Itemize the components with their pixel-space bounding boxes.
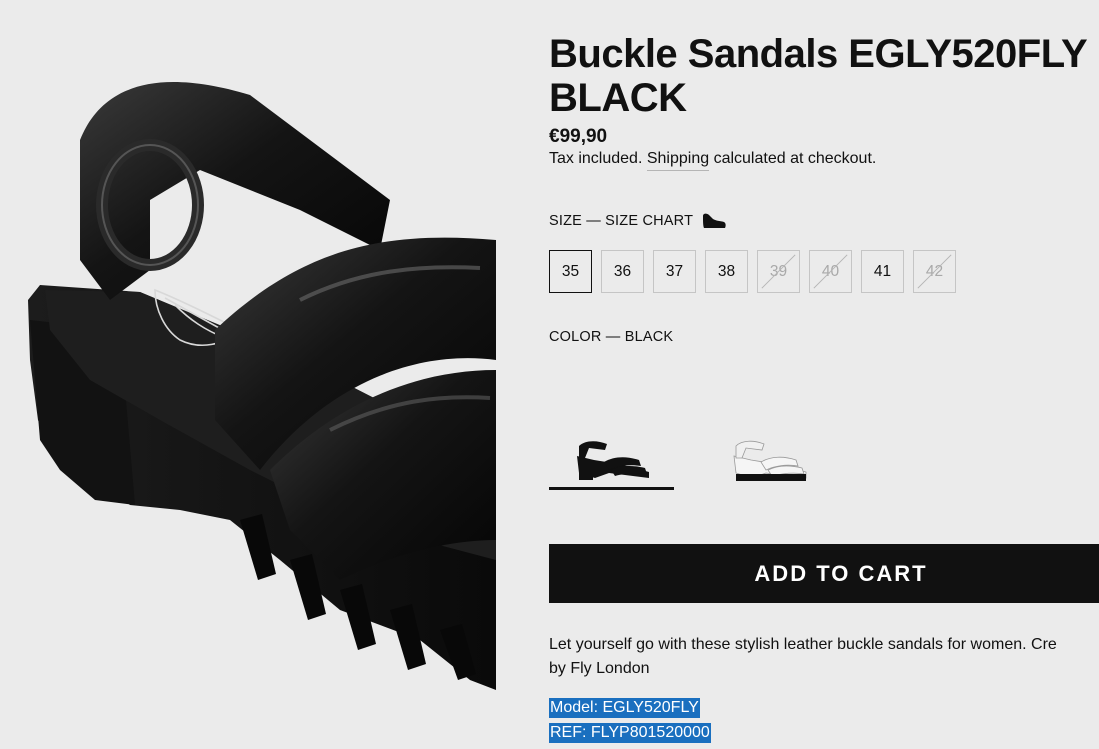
color-label: COLOR — BLACK [549, 329, 674, 345]
size-option-40[interactable]: 40 [809, 250, 852, 293]
add-to-cart-label: ADD TO CART [754, 560, 928, 586]
size-option-42[interactable]: 42 [913, 250, 956, 293]
product-details: Buckle Sandals EGLY520FLY BLACK €99,90 T… [549, 0, 1099, 749]
size-option-label: 38 [717, 262, 736, 280]
swatch-white[interactable] [706, 428, 831, 490]
swatch-black[interactable] [549, 428, 674, 490]
size-option-label: 42 [925, 262, 944, 280]
sandal-photo [28, 82, 496, 690]
size-option-label: 41 [873, 262, 892, 280]
size-option-39[interactable]: 39 [757, 250, 800, 293]
tax-suffix-text: calculated at checkout. [713, 150, 877, 167]
product-price: €99,90 [549, 126, 608, 147]
size-option-37[interactable]: 37 [653, 250, 696, 293]
size-label: SIZE — SIZE CHART [549, 212, 727, 230]
description-line-2: by Fly London [549, 660, 650, 677]
tax-note: Tax included. Shipping calculated at che… [549, 150, 877, 171]
add-to-cart-button[interactable]: ADD TO CART [549, 544, 1099, 603]
model-number: Model: EGLY520FLY [549, 698, 700, 718]
product-meta: Model: EGLY520FLY REF: FLYP801520000 [549, 695, 711, 745]
reference-number: REF: FLYP801520000 [549, 723, 711, 743]
size-option-38[interactable]: 38 [705, 250, 748, 293]
size-option-label: 39 [769, 262, 788, 280]
black-sandal-thumbnail [577, 441, 649, 480]
size-options: 35 36 37 38 39 40 41 42 [549, 250, 956, 293]
description-line-1: Let yourself go with these stylish leath… [549, 636, 1057, 653]
size-option-label: 36 [613, 262, 632, 280]
tax-included-text: Tax included. [549, 150, 643, 167]
size-option-label: 35 [561, 262, 580, 280]
shoe-icon[interactable] [701, 212, 727, 230]
size-option-35[interactable]: 35 [549, 250, 592, 293]
white-sandal-thumbnail [733, 440, 807, 481]
color-swatches [549, 428, 831, 490]
size-option-36[interactable]: 36 [601, 250, 644, 293]
product-description: Let yourself go with these stylish leath… [549, 633, 1099, 681]
product-image[interactable] [0, 0, 496, 749]
size-option-label: 40 [821, 262, 840, 280]
product-title: Buckle Sandals EGLY520FLY BLACK [549, 32, 1087, 120]
shipping-link[interactable]: Shipping [646, 150, 710, 171]
size-chart-link[interactable]: SIZE — SIZE CHART [549, 213, 693, 229]
size-option-label: 37 [665, 262, 684, 280]
size-option-41[interactable]: 41 [861, 250, 904, 293]
